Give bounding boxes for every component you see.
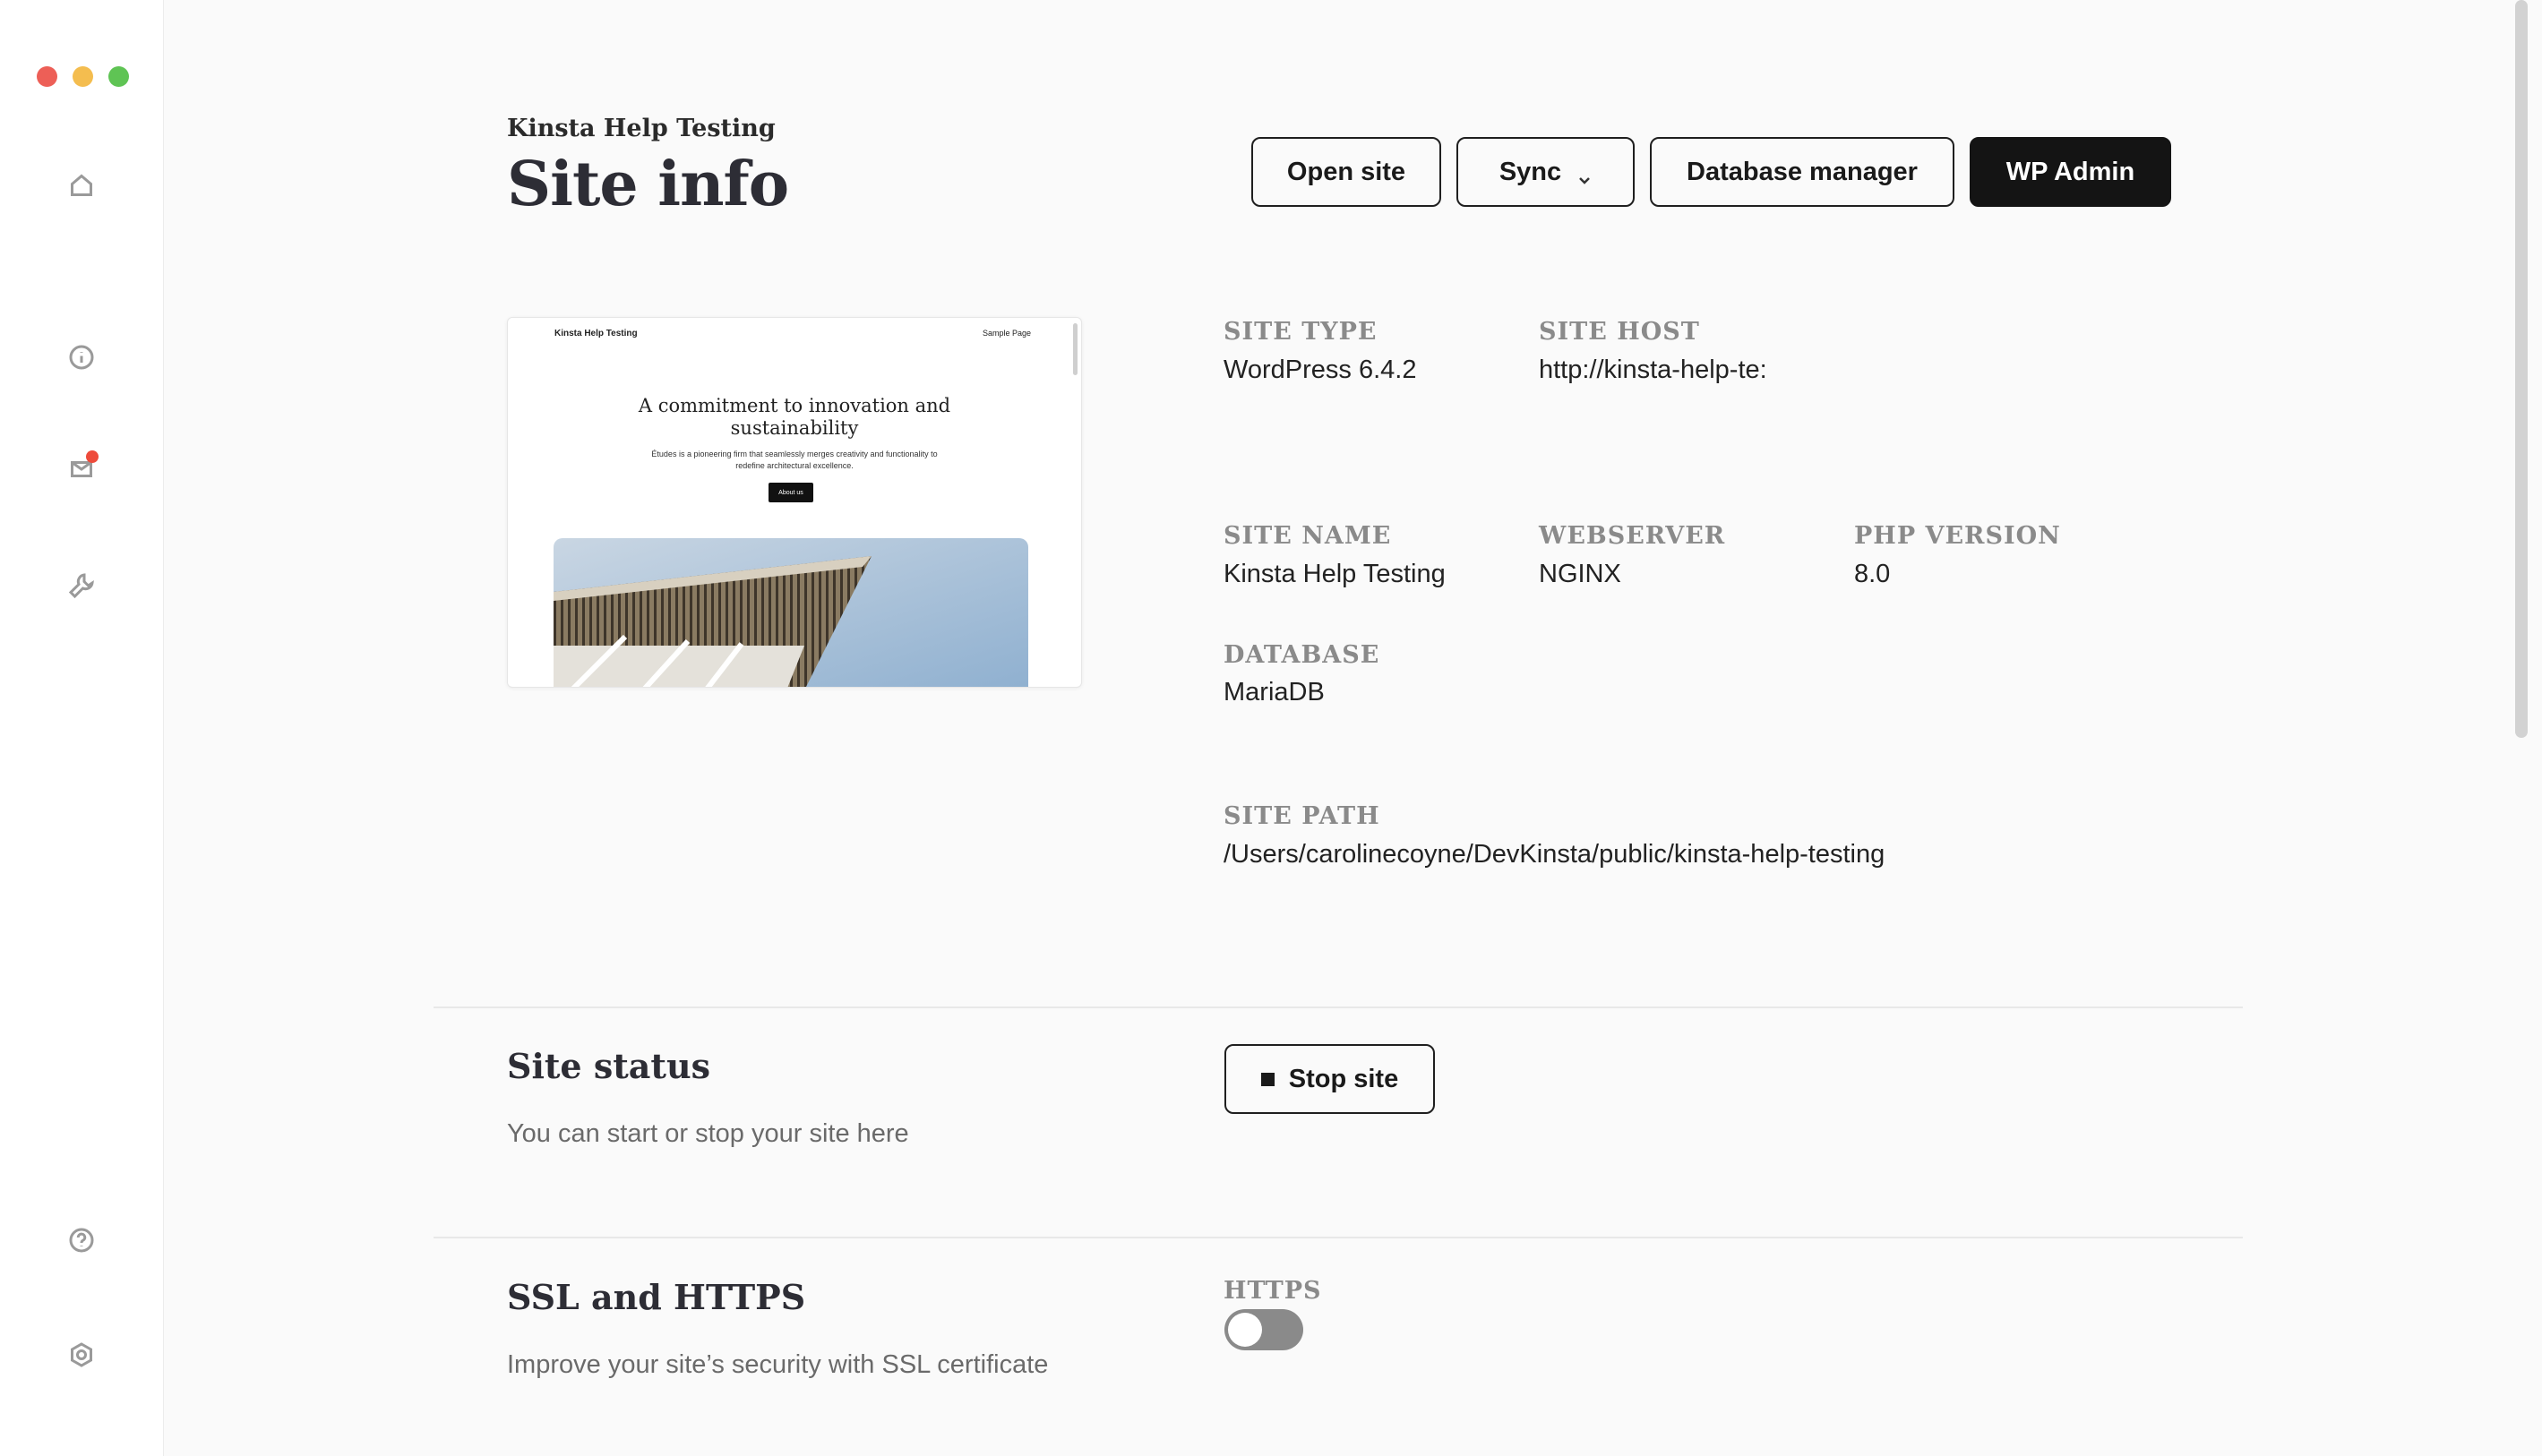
site-status-title: Site status — [507, 1046, 710, 1086]
database-label: DATABASE — [1224, 641, 1380, 669]
preview-heading: A commitment to innovation and sustainab… — [638, 395, 951, 439]
close-window-button[interactable] — [37, 66, 57, 87]
webserver-value: NGINX — [1539, 560, 1621, 588]
site-name-heading: Kinsta Help Testing — [507, 115, 776, 142]
site-host-label: SITE HOST — [1539, 318, 1700, 346]
maximize-window-button[interactable] — [108, 66, 129, 87]
site-type-label: SITE TYPE — [1224, 318, 1378, 346]
divider — [434, 1237, 2243, 1238]
site-host-value[interactable]: http://kinsta-help-te: — [1539, 355, 1791, 385]
webserver-label: WEBSERVER — [1539, 522, 1726, 550]
ssl-title: SSL and HTTPS — [507, 1277, 806, 1317]
preview-scrollbar — [1073, 323, 1078, 375]
preview-button: About us — [769, 483, 813, 502]
home-icon[interactable] — [63, 167, 100, 204]
preview-nav: Sample Page — [982, 329, 1031, 338]
preview-logo: Kinsta Help Testing — [554, 329, 638, 338]
minimize-window-button[interactable] — [73, 66, 93, 87]
php-version-label: PHP VERSION — [1854, 522, 2061, 550]
site-name-value: Kinsta Help Testing — [1224, 560, 1446, 588]
stop-icon — [1260, 1072, 1275, 1086]
site-type-value: WordPress 6.4.2 — [1224, 355, 1417, 384]
database-value: MariaDB — [1224, 678, 1325, 707]
wp-admin-button[interactable]: WP Admin — [1970, 137, 2171, 207]
site-name-label: SITE NAME — [1224, 522, 1392, 550]
sync-button[interactable]: Sync — [1456, 137, 1635, 207]
tools-icon[interactable] — [63, 567, 100, 604]
stop-site-button[interactable]: Stop site — [1224, 1044, 1435, 1114]
sync-button-label: Sync — [1499, 157, 1562, 186]
help-icon[interactable] — [63, 1221, 100, 1259]
scrollbar[interactable] — [2515, 0, 2528, 738]
settings-icon[interactable] — [63, 1336, 100, 1374]
site-path-label: SITE PATH — [1224, 802, 1380, 830]
site-path-value: /Users/carolinecoyne/DevKinsta/public/ki… — [1224, 840, 1885, 869]
stop-site-label: Stop site — [1288, 1064, 1399, 1093]
open-site-button[interactable]: Open site — [1251, 137, 1441, 207]
page-title: Site info — [507, 149, 789, 220]
preview-architecture-image — [554, 538, 1028, 687]
toggle-knob — [1228, 1313, 1262, 1347]
site-status-description: You can start or stop your site here — [507, 1119, 909, 1148]
https-label: HTTPS — [1224, 1277, 1322, 1305]
mail-icon[interactable] — [63, 450, 100, 488]
https-toggle[interactable] — [1224, 1309, 1303, 1350]
site-preview[interactable]: Kinsta Help Testing Sample Page A commit… — [507, 317, 1082, 688]
info-icon[interactable] — [63, 338, 100, 376]
ssl-description: Improve your site’s security with SSL ce… — [507, 1350, 1049, 1379]
notification-badge — [86, 450, 99, 463]
database-manager-button[interactable]: Database manager — [1650, 137, 1954, 207]
divider — [434, 1006, 2243, 1008]
sidebar — [0, 0, 164, 1456]
chevron-down-icon — [1577, 165, 1592, 184]
preview-text: Études is a pioneering firm that seamles… — [651, 450, 938, 470]
php-version-value: 8.0 — [1854, 560, 1891, 588]
